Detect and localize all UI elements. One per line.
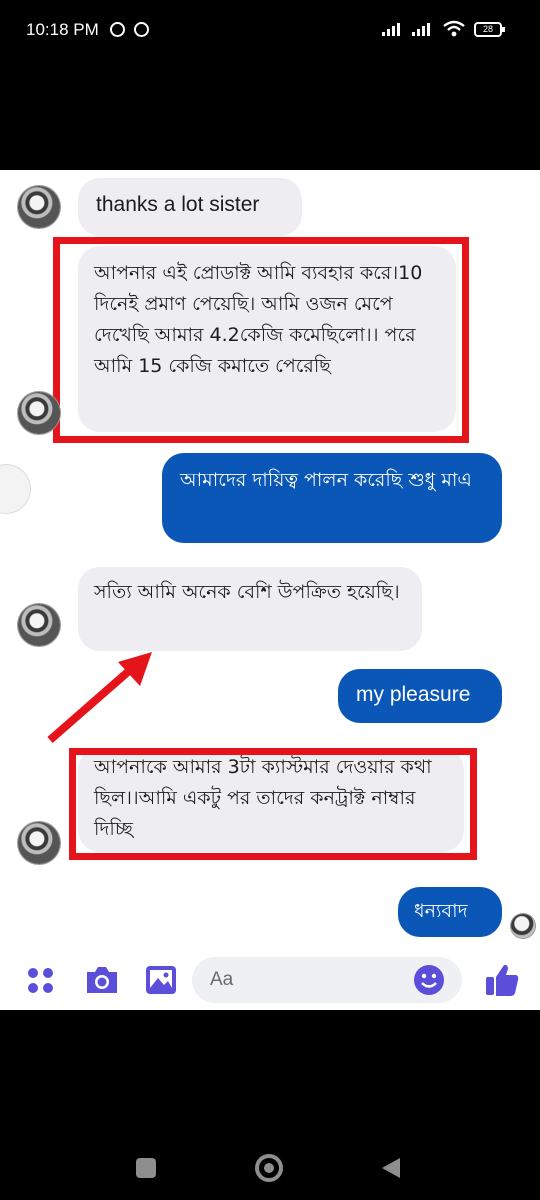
outgoing-message[interactable]: my pleasure bbox=[338, 669, 502, 723]
red-arrow-annotation bbox=[47, 652, 152, 744]
chat-area[interactable]: thanks a lot sister আপনার এই প্রোডাক্ট আ… bbox=[0, 170, 540, 1010]
highlight-box bbox=[53, 237, 469, 443]
partial-avatar bbox=[0, 465, 30, 513]
camera-icon[interactable] bbox=[84, 964, 120, 996]
contact-avatar[interactable] bbox=[18, 186, 60, 228]
status-time: 10:18 PM bbox=[26, 20, 99, 39]
image-icon[interactable] bbox=[144, 964, 178, 996]
outgoing-message[interactable]: ধন্যবাদ bbox=[398, 887, 502, 937]
thumbs-up-icon[interactable] bbox=[484, 962, 520, 998]
apps-icon[interactable] bbox=[26, 966, 56, 996]
clock-icon bbox=[134, 22, 149, 37]
incoming-message[interactable]: thanks a lot sister bbox=[78, 178, 302, 236]
contact-avatar[interactable] bbox=[18, 392, 60, 434]
contact-avatar[interactable] bbox=[18, 822, 60, 864]
wifi-icon bbox=[443, 20, 465, 37]
signal-icon bbox=[382, 22, 400, 36]
seen-avatar bbox=[511, 914, 535, 938]
status-bar: 10:18 PM 28 bbox=[0, 0, 540, 62]
whatsapp-icon bbox=[110, 22, 125, 37]
home-icon[interactable] bbox=[255, 1154, 283, 1182]
incoming-message[interactable]: সত্যি আমি অনেক বেশি উপক্রিত হয়েছি। bbox=[78, 567, 422, 651]
recents-icon[interactable] bbox=[136, 1158, 156, 1178]
signal-icon-2 bbox=[412, 22, 430, 36]
message-input[interactable]: Aa bbox=[192, 957, 462, 1003]
outgoing-message[interactable]: আমাদের দায়িত্ব পালন করেছি শুধু মাএ bbox=[162, 453, 502, 543]
battery-icon: 28 bbox=[474, 22, 505, 37]
emoji-icon[interactable] bbox=[413, 964, 445, 996]
system-nav-bar bbox=[0, 1010, 540, 1200]
highlight-box bbox=[69, 748, 477, 860]
back-icon[interactable] bbox=[380, 1156, 402, 1180]
